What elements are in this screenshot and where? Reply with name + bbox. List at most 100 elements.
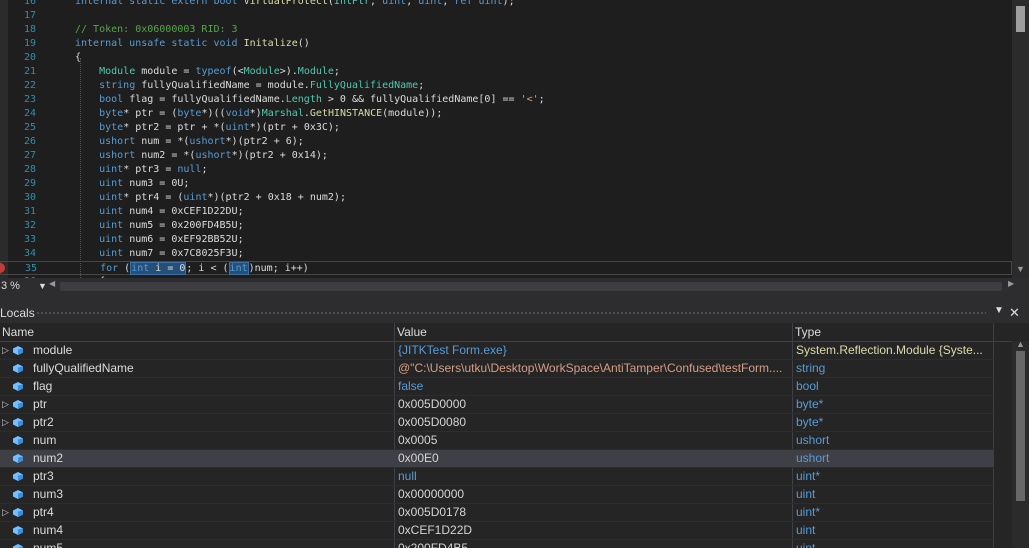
code-line[interactable]: 17	[0, 9, 1012, 23]
code-text[interactable]: byte* ptr = (byte*)((void*)Marshal.GetHI…	[75, 107, 442, 121]
locals-row[interactable]: ▷ module {JITKTest Form.exe} System.Reflect…	[0, 342, 994, 360]
local-value[interactable]: null	[395, 468, 793, 485]
locals-title-bar[interactable]: Locals ▼ ✕	[0, 303, 1029, 323]
locals-row[interactable]: num2 0x00E0 ushort	[0, 450, 994, 468]
column-header-name[interactable]: Name	[0, 323, 395, 341]
local-name-cell[interactable]: ▷ module	[0, 342, 395, 359]
column-header-value[interactable]: Value	[395, 323, 793, 341]
editor-vertical-scrollbar[interactable]: ▼	[1012, 0, 1029, 278]
locals-row[interactable]: num3 0x00000000 uint	[0, 486, 994, 504]
locals-row[interactable]: num4 0xCEF1D22D uint	[0, 522, 994, 540]
code-line[interactable]: 32 uint num5 = 0x200FD4B5U;	[0, 219, 1012, 233]
local-value[interactable]: 0x005D0000	[395, 396, 793, 413]
code-text[interactable]: uint num3 = 0U;	[75, 177, 189, 191]
code-text[interactable]: byte* ptr2 = ptr + *(uint*)(ptr + 0x3C);	[75, 121, 340, 135]
code-text[interactable]: ushort num = *(ushort*)(ptr2 + 6);	[75, 135, 304, 149]
locals-row[interactable]: ▷ ptr 0x005D0000 byte*	[0, 396, 994, 414]
code-line[interactable]: 33 uint num6 = 0xEF92BB52U;	[0, 233, 1012, 247]
local-value[interactable]: 0xCEF1D22D	[395, 522, 793, 539]
locals-row[interactable]: ▷ ptr2 0x005D0080 byte*	[0, 414, 994, 432]
code-line[interactable]: 35 for (int i = 0; i < (int)num; i++)	[0, 261, 1012, 275]
local-value[interactable]: 0x00E0	[395, 450, 793, 467]
code-line[interactable]: 29 uint num3 = 0U;	[0, 177, 1012, 191]
code-line[interactable]: 34 uint num7 = 0x7C8025F3U;	[0, 247, 1012, 261]
local-name-cell[interactable]: ptr3	[0, 468, 395, 485]
local-name-cell[interactable]: ▷ ptr	[0, 396, 395, 413]
local-value[interactable]: false	[395, 378, 793, 395]
expand-icon[interactable]: ▷	[2, 504, 9, 521]
close-icon[interactable]: ✕	[1009, 303, 1020, 323]
code-text[interactable]: uint* ptr3 = null;	[75, 163, 207, 177]
line-number: 19	[23, 38, 36, 49]
local-value[interactable]: 0x200FD4B5	[395, 540, 793, 548]
scroll-right-icon[interactable]: ▶	[1008, 279, 1014, 288]
code-line[interactable]: 27 ushort num2 = *(ushort*)(ptr2 + 0x14)…	[0, 149, 1012, 163]
code-text[interactable]: uint num5 = 0x200FD4B5U;	[75, 219, 244, 233]
code-text[interactable]: uint num6 = 0xEF92BB52U;	[75, 233, 244, 247]
code-text[interactable]: {	[75, 51, 81, 65]
code-text[interactable]: uint num7 = 0x7C8025F3U;	[75, 247, 244, 261]
code-line[interactable]: 24 byte* ptr = (byte*)((void*)Marshal.Ge…	[0, 107, 1012, 121]
code-text[interactable]: uint num4 = 0xCEF1D22DU;	[75, 205, 244, 219]
expand-icon[interactable]: ▷	[2, 396, 9, 413]
locals-row[interactable]: num 0x0005 ushort	[0, 432, 994, 450]
code-editor[interactable]: 16 internal static extern bool VirtualPro…	[0, 0, 1029, 278]
code-line[interactable]: 16 internal static extern bool VirtualPro…	[0, 0, 1012, 9]
code-text[interactable]: ushort num2 = *(ushort*)(ptr2 + 0x14);	[75, 149, 328, 163]
local-name-cell[interactable]: num3	[0, 486, 395, 503]
locals-vertical-scrollbar[interactable]: ▲	[1012, 339, 1029, 548]
code-line[interactable]: 21 Module module = typeof(<Module>).Modu…	[0, 65, 1012, 79]
editor-scroll-thumb[interactable]	[1016, 6, 1025, 32]
local-name-cell[interactable]: num2	[0, 450, 395, 467]
locals-row[interactable]: ▷ ptr4 0x005D0178 uint*	[0, 504, 994, 522]
local-value[interactable]: {JITKTest Form.exe}	[395, 342, 793, 359]
local-value[interactable]: 0x00000000	[395, 486, 793, 503]
code-line[interactable]: 31 uint num4 = 0xCEF1D22DU;	[0, 205, 1012, 219]
title-grip[interactable]	[36, 311, 986, 315]
locals-row[interactable]: ptr3 null uint*	[0, 468, 994, 486]
code-text[interactable]: // Token: 0x06000003 RID: 3	[75, 23, 238, 37]
locals-row[interactable]: flag false bool	[0, 378, 994, 396]
local-value[interactable]: 0x005D0080	[395, 414, 793, 431]
locals-row[interactable]: fullyQualifiedName @"C:\Users\utku\Deskto…	[0, 360, 994, 378]
code-line[interactable]: 23 bool flag = fullyQualifiedName.Length…	[0, 93, 1012, 107]
code-line[interactable]: 19 internal unsafe static void Initalize(…	[0, 37, 1012, 51]
code-text[interactable]: Module module = typeof(<Module>).Module;	[75, 65, 340, 79]
code-line[interactable]: 18 // Token: 0x06000003 RID: 3	[0, 23, 1012, 37]
local-name-cell[interactable]: num5	[0, 540, 395, 548]
local-name-cell[interactable]: num	[0, 432, 395, 449]
code-text[interactable]: internal static extern bool VirtualProte…	[75, 0, 515, 9]
local-value[interactable]: 0x005D0178	[395, 504, 793, 521]
scroll-down-icon[interactable]: ▼	[1016, 264, 1025, 274]
local-value[interactable]: @"C:\Users\utku\Desktop\WorkSpace\AntiTa…	[395, 360, 793, 377]
expand-icon[interactable]: ▷	[2, 342, 9, 359]
panel-splitter[interactable]	[0, 295, 1029, 303]
code-line[interactable]: 25 byte* ptr2 = ptr + *(uint*)(ptr + 0x3…	[0, 121, 1012, 135]
locals-scroll-thumb[interactable]	[1016, 351, 1025, 501]
window-position-dropdown-icon[interactable]: ▼	[994, 305, 1004, 316]
local-name-cell[interactable]: ▷ ptr4	[0, 504, 395, 521]
editor-horizontal-scrollbar[interactable]	[60, 282, 1002, 291]
locals-row[interactable]: num5 0x200FD4B5 uint	[0, 540, 994, 548]
local-name-cell[interactable]: flag	[0, 378, 395, 395]
code-line[interactable]: 26 ushort num = *(ushort*)(ptr2 + 6);	[0, 135, 1012, 149]
code-line[interactable]: 22 string fullyQualifiedName = module.Fu…	[0, 79, 1012, 93]
code-text[interactable]: bool flag = fullyQualifiedName.Length > …	[75, 93, 545, 107]
zoom-dropdown-icon[interactable]: ▼	[38, 278, 47, 295]
code-line[interactable]: 28 uint* ptr3 = null;	[0, 163, 1012, 177]
zoom-level[interactable]: 3 %	[0, 278, 20, 295]
expand-icon[interactable]: ▷	[2, 414, 9, 431]
code-text[interactable]: internal unsafe static void Initalize()	[75, 37, 310, 51]
scroll-left-icon[interactable]: ◀	[49, 279, 55, 288]
local-value[interactable]: 0x0005	[395, 432, 793, 449]
code-line[interactable]: 30 uint* ptr4 = (uint*)(ptr2 + 0x18 + nu…	[0, 191, 1012, 205]
scroll-up-icon[interactable]: ▲	[1016, 339, 1025, 349]
local-name-cell[interactable]: ▷ ptr2	[0, 414, 395, 431]
code-text[interactable]: for (int i = 0; i < (int)num; i++)	[76, 262, 309, 276]
code-text[interactable]: string fullyQualifiedName = module.Fully…	[75, 79, 424, 93]
local-name-cell[interactable]: fullyQualifiedName	[0, 360, 395, 377]
code-line[interactable]: 20 {	[0, 51, 1012, 65]
code-text[interactable]: uint* ptr4 = (uint*)(ptr2 + 0x18 + num2)…	[75, 191, 346, 205]
column-header-type[interactable]: Type	[793, 323, 994, 341]
local-name-cell[interactable]: num4	[0, 522, 395, 539]
